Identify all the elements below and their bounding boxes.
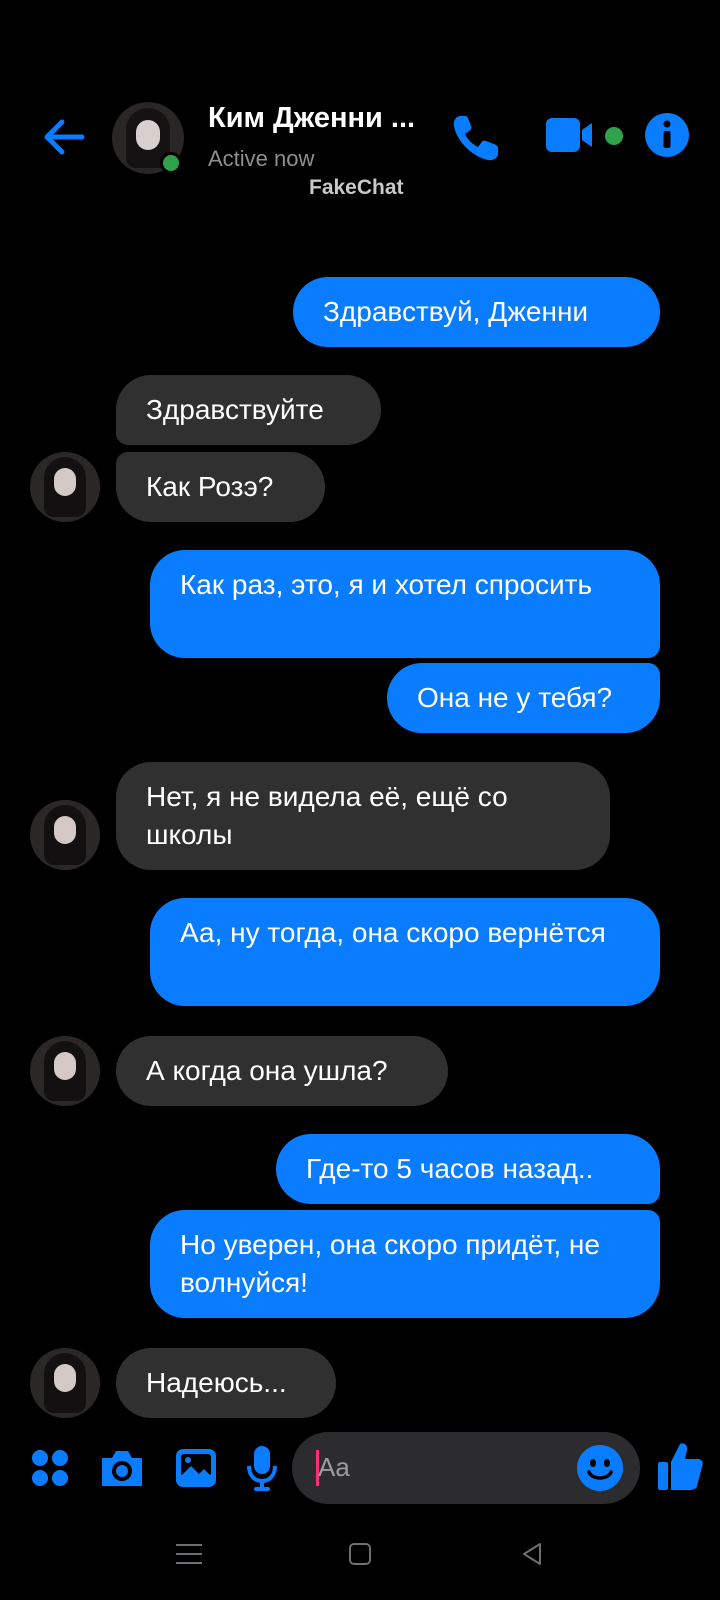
active-status: Active now [208,146,315,171]
message-incoming[interactable]: Как Розэ? [116,452,325,522]
info-button[interactable] [644,112,690,158]
voice-message-button[interactable] [246,1444,278,1492]
square-icon [349,1543,371,1565]
like-button[interactable] [656,1440,704,1492]
message-outgoing[interactable]: Но уверен, она скоро придёт, не волнуйся… [150,1210,660,1318]
arrow-left-icon [44,119,85,155]
message-input-placeholder: Aa [318,1452,350,1482]
contact-avatar-small[interactable] [30,1036,100,1106]
gallery-button[interactable] [174,1446,218,1490]
menu-icon [176,1544,202,1564]
thumbs-up-icon [658,1443,703,1490]
voice-call-button[interactable] [448,110,504,166]
recent-apps-button[interactable] [176,1542,202,1566]
watermark: FakeChat [309,176,404,199]
video-camera-icon [546,118,623,152]
home-button[interactable] [348,1542,372,1566]
phone-icon [453,116,498,161]
contact-avatar-small[interactable] [30,800,100,870]
message-incoming[interactable]: Нет, я не видела её, ещё со школы [116,762,610,870]
image-icon [176,1449,216,1487]
microphone-icon [247,1446,277,1491]
emoji-button[interactable] [576,1444,624,1492]
camera-icon [102,1451,142,1486]
info-icon [645,113,689,157]
back-button[interactable] [38,112,88,162]
message-incoming[interactable]: Надеюсь... [116,1348,336,1418]
message-outgoing[interactable]: Где-то 5 часов назад.. [276,1134,660,1204]
system-back-button[interactable] [520,1542,544,1566]
video-call-button[interactable] [544,116,624,156]
message-incoming[interactable]: А когда она ушла? [116,1036,448,1106]
contact-avatar-small[interactable] [30,452,100,522]
contact-name[interactable]: Ким Дженни ... [208,102,415,135]
message-outgoing[interactable]: Как раз, это, я и хотел спросить [150,550,660,658]
apps-button[interactable] [30,1448,70,1488]
triangle-back-icon [523,1543,541,1565]
message-incoming[interactable]: Здравствуйте [116,375,381,445]
message-outgoing[interactable]: Аа, ну тогда, она скоро вернётся [150,898,660,1006]
online-status-dot [160,152,182,174]
emoji-icon [577,1445,623,1491]
message-outgoing[interactable]: Здравствуй, Дженни [293,277,660,347]
apps-grid-icon [32,1450,68,1486]
contact-avatar-small[interactable] [30,1348,100,1418]
camera-button[interactable] [98,1446,146,1490]
message-outgoing[interactable]: Она не у тебя? [387,663,660,733]
